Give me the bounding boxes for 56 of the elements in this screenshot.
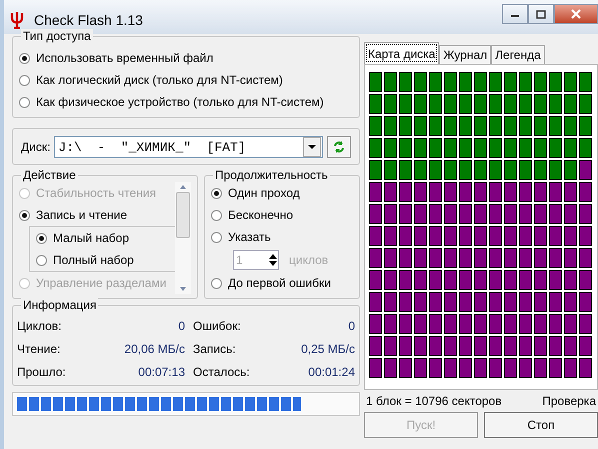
- radio-label[interactable]: До первой ошибки: [228, 276, 331, 290]
- close-button[interactable]: [554, 4, 598, 24]
- info-label: Запись:: [193, 342, 237, 356]
- radio-label[interactable]: Указать: [228, 230, 271, 244]
- radio-button[interactable]: [36, 232, 47, 244]
- window-title: Check Flash 1.13: [34, 12, 144, 28]
- radio-button[interactable]: [211, 232, 222, 242]
- group-title: Информация: [21, 298, 98, 312]
- radio-button[interactable]: [19, 96, 30, 108]
- info-label: Циклов:: [17, 318, 62, 332]
- info-label: Ошибок:: [193, 318, 242, 332]
- info-value: 00:07:13: [137, 364, 185, 378]
- tab[interactable]: Карта диска: [364, 42, 440, 64]
- radio-label[interactable]: Запись и чтение: [36, 208, 128, 222]
- info-value: 20,06 МБ/с: [123, 342, 185, 356]
- radio-label[interactable]: Использовать временный файл: [36, 51, 214, 65]
- radio-label[interactable]: Как логический диск (только для NT-систем): [36, 73, 283, 87]
- info-value: 0: [347, 318, 355, 332]
- info-value: 0: [177, 318, 185, 332]
- info-value: 0,25 МБ/с: [300, 342, 355, 356]
- maximize-icon: [536, 10, 546, 18]
- radio-button[interactable]: [211, 278, 222, 288]
- group-title: Продолжительность: [213, 168, 330, 182]
- radio-label[interactable]: Один проход: [228, 186, 300, 200]
- close-icon: [570, 9, 582, 19]
- radio-label[interactable]: Бесконечно: [228, 208, 294, 222]
- info-value: 00:01:24: [307, 364, 355, 378]
- action-button[interactable]: Стоп: [484, 412, 598, 438]
- minimize-button[interactable]: [502, 4, 528, 24]
- radio-label[interactable]: Малый набор: [53, 231, 129, 245]
- maximize-button[interactable]: [528, 4, 554, 24]
- status-text: Проверка: [542, 394, 596, 408]
- radio-button[interactable]: [211, 210, 222, 220]
- info-label: Осталось:: [193, 364, 251, 378]
- group-title: Тип доступа: [21, 29, 93, 43]
- caret-icon: [303, 137, 321, 157]
- info-label: Чтение:: [17, 342, 62, 356]
- radio-button[interactable]: [19, 210, 30, 220]
- disk-dropdown[interactable]: J:\ - "_ХИМИК_" [FAT]: [54, 136, 323, 158]
- tab[interactable]: Журнал: [439, 45, 492, 64]
- radio-button[interactable]: [19, 52, 30, 64]
- info-label: Прошло:: [17, 364, 67, 378]
- scrollbar[interactable]: [175, 182, 191, 294]
- usb-trident-icon: [10, 11, 24, 29]
- refresh-button[interactable]: [327, 136, 351, 158]
- refresh-icon: [333, 141, 345, 153]
- radio-label[interactable]: Как физическое устройство (только для NT-систем): [36, 95, 324, 109]
- radio-button[interactable]: [211, 188, 222, 198]
- radio-label[interactable]: Полный набор: [53, 253, 134, 267]
- group-title: Действие: [21, 168, 78, 182]
- radio-button[interactable]: [19, 74, 30, 86]
- tab[interactable]: Легенда: [491, 45, 545, 64]
- block-size-text: 1 блок = 10796 секторов: [366, 394, 502, 408]
- radio-button[interactable]: [36, 254, 47, 266]
- disk-label: Диск:: [21, 140, 50, 154]
- cycles-label: циклов: [289, 253, 328, 267]
